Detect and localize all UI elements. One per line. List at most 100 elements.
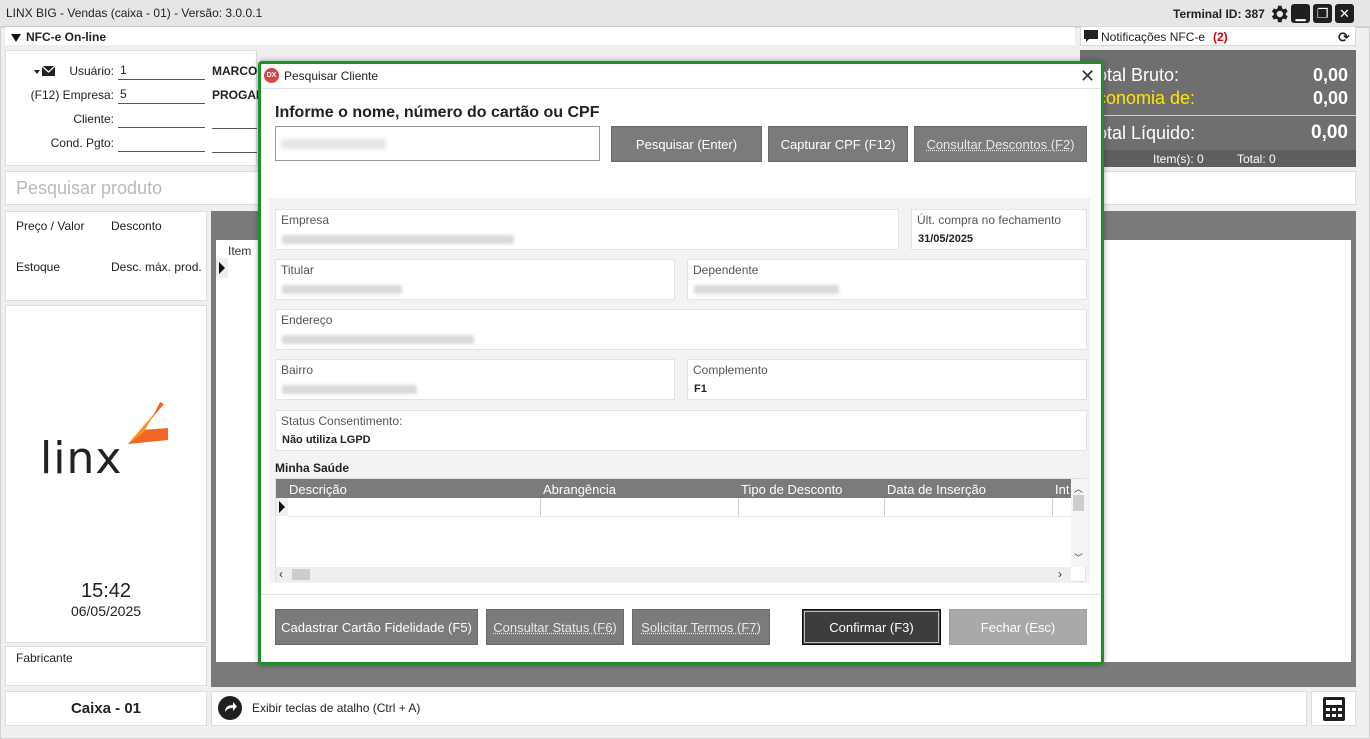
dependente-value xyxy=(694,285,839,294)
total-bruto-value: 0,00 xyxy=(1312,65,1348,85)
endereco-value xyxy=(282,335,474,344)
scroll-down-icon[interactable]: ﹀ xyxy=(1074,551,1083,564)
close-app-button[interactable]: ✕ xyxy=(1335,4,1354,23)
clock-date: 06/05/2025 xyxy=(70,603,142,619)
shortcut-arrow-icon[interactable] xyxy=(218,696,242,720)
saude-grid: Descrição Abrangência Tipo de Desconto D… xyxy=(275,478,1086,582)
consultar-status-button[interactable]: Consultar Status (F6) xyxy=(486,609,624,645)
nfce-label: NFC-e On-line xyxy=(26,30,106,44)
col-abrangencia[interactable]: Abrangência xyxy=(543,482,616,497)
minimize-button[interactable]: ▁ xyxy=(1291,4,1310,23)
col-int[interactable]: Int xyxy=(1055,482,1069,497)
empresa-label: (F12) Empresa: xyxy=(30,88,114,102)
notifications-count: (2) xyxy=(1213,30,1228,44)
cliente-name-line xyxy=(212,128,257,129)
total-bruto-label: otal Bruto: xyxy=(1097,65,1180,85)
complemento-field: Complemento F1 xyxy=(687,359,1087,400)
empresa-field-label: Empresa xyxy=(281,213,330,227)
complemento-value: F1 xyxy=(694,383,707,395)
scroll-left-icon[interactable]: ‹ xyxy=(279,567,283,581)
endereco-field: Endereço xyxy=(275,309,1087,350)
bairro-label: Bairro xyxy=(281,363,314,377)
vertical-scroll-thumb[interactable] xyxy=(1073,495,1084,511)
col-separator xyxy=(884,498,885,516)
cliente-input[interactable] xyxy=(118,111,205,128)
saude-title: Minha Saúde xyxy=(275,461,350,475)
nfce-strip xyxy=(5,27,1075,45)
preco-label: Preço / Valor xyxy=(16,219,85,233)
usuario-input[interactable]: 1 xyxy=(118,63,205,80)
fechar-button[interactable]: Fechar (Esc) xyxy=(949,609,1087,645)
dialog-title-divider xyxy=(261,88,1101,89)
fabricante-label: Fabricante xyxy=(16,651,73,665)
dialog-title: Pesquisar Cliente xyxy=(284,69,379,83)
capturar-cpf-button[interactable]: Capturar CPF (F12) xyxy=(768,126,908,162)
scroll-up-icon[interactable]: ︿ xyxy=(1074,482,1083,495)
horizontal-scroll-thumb[interactable] xyxy=(292,569,310,580)
cadastrar-cartao-button[interactable]: Cadastrar Cartão Fidelidade (F5) xyxy=(275,609,478,645)
status-value: Não utiliza LGPD xyxy=(282,434,371,446)
usuario-label: Usuário: xyxy=(69,64,114,78)
bairro-value xyxy=(282,385,417,394)
items-count: Item(s): 0 xyxy=(1153,152,1204,166)
devexpress-icon: DX xyxy=(264,68,279,83)
ult-compra-field: Últ. compra no fechamento 31/05/2025 xyxy=(911,209,1087,250)
chat-icon xyxy=(1084,30,1098,46)
gear-icon[interactable] xyxy=(1268,3,1290,25)
notifications-label: Notificações NFC-e xyxy=(1101,30,1206,44)
close-icon[interactable]: ✕ xyxy=(1080,66,1095,87)
empresa-field: Empresa xyxy=(275,209,899,250)
dependente-label: Dependente xyxy=(693,263,759,277)
search-client-dialog: DX Pesquisar Cliente ✕ Informe o nome, n… xyxy=(258,61,1104,665)
refresh-icon[interactable]: ⟳ xyxy=(1338,29,1350,46)
total-count: Total: 0 xyxy=(1237,152,1276,166)
pesquisar-button[interactable]: Pesquisar (Enter) xyxy=(611,126,762,162)
row-indicator xyxy=(216,258,228,278)
cond-pgto-input[interactable] xyxy=(118,135,205,152)
scroll-right-icon[interactable]: › xyxy=(1058,567,1062,581)
col-descricao[interactable]: Descrição xyxy=(289,482,347,497)
status-field: Status Consentimento: Não utiliza LGPD xyxy=(275,410,1087,451)
clock-time: 15:42 xyxy=(80,580,132,602)
titular-label: Titular xyxy=(281,263,314,277)
economia-label: conomia de: xyxy=(1097,88,1196,108)
totals-footer xyxy=(1080,150,1356,167)
cond-pgto-label: Cond. Pgto: xyxy=(50,136,114,150)
consultar-descontos-button[interactable]: Consultar Descontos (F2) xyxy=(914,126,1087,162)
totals-divider xyxy=(1097,115,1356,116)
empresa-input[interactable]: 5 xyxy=(118,87,205,104)
total-liquido-value: 0,00 xyxy=(1311,122,1348,143)
grid-item-header: Item xyxy=(228,244,252,258)
restore-button[interactable]: ❐ xyxy=(1313,4,1332,23)
ult-compra-value: 31/05/2025 xyxy=(918,233,974,245)
endereco-label: Endereço xyxy=(281,313,333,327)
cond-pgto-name-line xyxy=(212,152,257,153)
col-data-insercao[interactable]: Data de Inserção xyxy=(887,482,986,497)
ult-compra-label: Últ. compra no fechamento xyxy=(917,213,1062,227)
titular-field: Titular xyxy=(275,259,675,300)
cliente-label: Cliente: xyxy=(73,112,114,126)
empresa-field-value xyxy=(282,235,514,244)
linx-logo-text: linx xyxy=(40,433,123,484)
desc-max-label: Desc. máx. prod. xyxy=(111,260,202,274)
horizontal-scrollbar[interactable]: ‹ › xyxy=(276,567,1071,582)
bairro-field: Bairro xyxy=(275,359,675,400)
total-liquido-label: otal Líquido: xyxy=(1097,123,1196,143)
col-tipo-desconto[interactable]: Tipo de Desconto xyxy=(741,482,842,497)
estoque-label: Estoque xyxy=(16,260,61,274)
client-search-input[interactable] xyxy=(275,126,600,161)
linx-logo-icon xyxy=(124,402,170,451)
vertical-scrollbar[interactable]: ︿ ﹀ xyxy=(1071,479,1086,567)
solicitar-termos-button[interactable]: Solicitar Termos (F7) xyxy=(632,609,770,645)
shortcut-label[interactable]: Exibir teclas de atalho (Ctrl + A) xyxy=(252,701,420,715)
terminal-id: Terminal ID: 387 xyxy=(1173,7,1265,21)
search-product-placeholder: Pesquisar produto xyxy=(16,178,163,198)
redacted-search-text xyxy=(281,139,386,149)
confirmar-button[interactable]: Confirmar (F3) xyxy=(802,609,941,645)
titular-value xyxy=(282,285,402,294)
collapse-arrow-icon[interactable] xyxy=(11,31,21,45)
col-separator xyxy=(738,498,739,516)
search-prompt: Informe o nome, número do cartão ou CPF xyxy=(275,104,600,121)
calculator-icon xyxy=(1323,697,1345,724)
caixa-label: Caixa - 01 xyxy=(70,700,142,717)
